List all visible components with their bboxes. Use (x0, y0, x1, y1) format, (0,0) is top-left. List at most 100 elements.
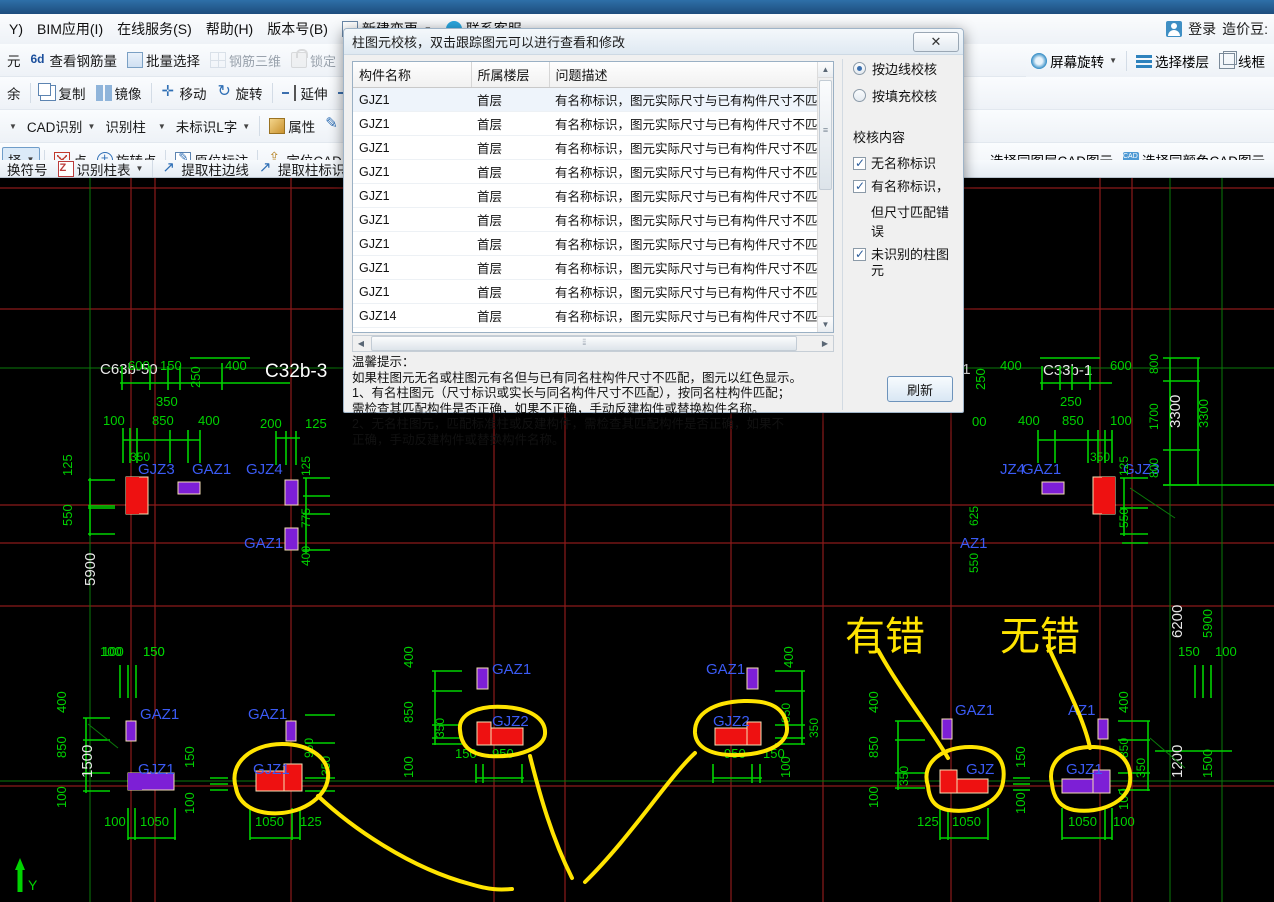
cell-name: GJZ1 (353, 231, 471, 256)
menu-item-version[interactable]: 版本号(B) (260, 17, 335, 41)
hscroll-track[interactable] (369, 336, 817, 351)
tb-lock[interactable]: 锁定 (286, 49, 341, 72)
svg-text:400: 400 (1018, 413, 1040, 428)
svg-text:400: 400 (54, 691, 69, 713)
svg-text:200: 200 (260, 416, 282, 431)
tb-select-floor[interactable]: 选择楼层 (1131, 49, 1214, 73)
svg-text:600: 600 (128, 358, 150, 373)
svg-text:150: 150 (1178, 644, 1200, 659)
table-row[interactable]: GJZ14首层有名称标识，图元实际尺寸与已有构件尺寸不匹配 (353, 327, 833, 332)
close-icon[interactable]: ✕ (913, 31, 959, 52)
extract-edge-icon (162, 160, 178, 177)
svg-text:6200: 6200 (1169, 605, 1186, 638)
toolbar-divider (150, 83, 152, 103)
svg-text:1050: 1050 (1068, 814, 1097, 829)
svg-text:350: 350 (1134, 758, 1148, 778)
checkbox-no-name-label[interactable]: 无名称标识 (853, 155, 960, 172)
extend-icon (281, 85, 298, 101)
account-area: 登录 造价豆: (1156, 14, 1274, 44)
login-link[interactable]: 登录 (1188, 19, 1216, 39)
tb-recognize-column-table[interactable]: 识别柱表 ▼ (53, 160, 149, 177)
issue-table-container[interactable]: 构件名称 所属楼层 问题描述 GJZ1 首层 有名称标识，图元实际尺寸与已有构件尺寸… (352, 61, 834, 333)
table-row[interactable]: GJZ1 首层 有名称标识，图元实际尺寸与已有构件尺寸不匹配 (353, 135, 833, 160)
radio-check-by-edge[interactable]: 按边线校核 (853, 59, 960, 78)
checkbox-has-name-label-cont: 但尺寸匹配错误 (871, 205, 950, 239)
hscrollbar-thumb[interactable] (371, 336, 797, 351)
tb-yuan[interactable]: 元 (2, 48, 26, 72)
tb-view-rebar-qty[interactable]: 查看钢筋量 (26, 48, 123, 72)
cell-name: GJZ1 (353, 183, 471, 208)
radio-check-by-fill[interactable]: 按填充校核 (853, 86, 960, 105)
checkbox-has-name-label[interactable]: 有名称标识， (853, 178, 960, 195)
table-vertical-scrollbar[interactable]: ▲ ▼ (817, 62, 833, 332)
menu-item-online-service[interactable]: 在线服务(S) (110, 17, 199, 41)
tb-rebar-3d[interactable]: 钢筋三维 (205, 49, 286, 72)
window-title-strip (0, 0, 1274, 14)
cell-name: GJZ1 (353, 207, 471, 232)
svg-text:550: 550 (967, 553, 981, 573)
tb-delete-partial[interactable]: 余 (2, 81, 26, 105)
scroll-down-icon[interactable]: ▼ (818, 316, 833, 332)
tb-caret-lead[interactable]: ▼ (2, 120, 22, 133)
tb-unmarked-l[interactable]: 未标识L字 ▼ (171, 114, 255, 138)
table-row[interactable]: GJZ1 首层 有名称标识，图元实际尺寸与已有构件尺寸不匹配 (353, 159, 833, 184)
table-row[interactable]: GJZ1 首层 有名称标识，图元实际尺寸与已有构件尺寸不匹配 (353, 231, 833, 256)
svg-text:125: 125 (917, 814, 939, 829)
table-row[interactable]: GJZ1 首层 有名称标识，图元实际尺寸与已有构件尺寸不匹配 (353, 183, 833, 208)
select-floor-icon (1136, 52, 1152, 69)
tb-extract-column-label[interactable]: 提取柱标识 (254, 160, 351, 177)
scrollbar-thumb[interactable] (819, 80, 832, 190)
cell-floor: 首层 (471, 231, 549, 256)
tb-rotate[interactable]: 旋转 (212, 81, 268, 105)
table-row[interactable]: GJZ1 首层 有名称标识，图元实际尺寸与已有构件尺寸不匹配 (353, 279, 833, 304)
table-row[interactable]: GJZ14首层有名称标识，图元实际尺寸与已有构件尺寸不匹配 (353, 303, 833, 328)
checkbox-checked-icon (853, 246, 866, 262)
tb-screen-rotate[interactable]: 屏幕旋转 ▼ (1026, 49, 1122, 73)
cell-floor: 首层 (471, 279, 549, 304)
check-options-pane: 按边线校核 按填充校核 校核内容 无名称标识 有名称标识， 但尺寸匹配错误 (842, 59, 960, 410)
tb-mirror[interactable]: 镜像 (91, 81, 147, 105)
checkbox-unrecognized-column[interactable]: 未识别的柱图元 (853, 246, 960, 279)
cell-desc: 有名称标识，图元实际尺寸与已有构件尺寸不匹配 (549, 183, 833, 208)
menu-item-bim[interactable]: BIM应用(I) (30, 17, 110, 41)
menu-item-help[interactable]: 帮助(H) (199, 17, 260, 41)
tb-wireframe[interactable]: 线框 (1214, 49, 1270, 73)
column-header-name[interactable]: 构件名称 (353, 62, 472, 88)
tb-change-symbol[interactable]: 换符号 (2, 160, 53, 178)
column-header-floor[interactable]: 所属楼层 (471, 62, 550, 88)
tb-batch-select[interactable]: 批量选择 (122, 48, 205, 72)
wireframe-icon (1219, 50, 1237, 69)
tb-copy[interactable]: 复制 (35, 81, 91, 105)
svg-text:400: 400 (401, 646, 416, 668)
tb-cad-recognize[interactable]: CAD识别 ▼ (22, 114, 100, 138)
column-header-desc[interactable]: 问题描述 (549, 62, 833, 88)
scroll-up-icon[interactable]: ▲ (818, 62, 833, 78)
tb-extract-column-edge-label: 提取柱边线 (181, 162, 249, 178)
chevron-down-icon: ▼ (1109, 56, 1117, 65)
toolbar-divider (1126, 50, 1127, 71)
cell-floor: 首层 (471, 303, 549, 328)
tb-batch-select-label: 批量选择 (146, 54, 200, 69)
table-horizontal-scrollbar[interactable]: ◀ ▶ (352, 335, 834, 352)
column-block-gjz1-left-red: GJZ1 (253, 761, 303, 792)
cell-name: GJZ1 (353, 111, 471, 136)
tb-extract-column-edge[interactable]: 提取柱边线 (157, 160, 254, 178)
table-row[interactable]: GJZ1 首层 有名称标识，图元实际尺寸与已有构件尺寸不匹配 (353, 255, 833, 280)
menu-item-y[interactable]: Y) (2, 19, 30, 39)
tb-recognize-column[interactable]: 识别柱 (100, 114, 151, 138)
table-row[interactable]: GJZ1 首层 有名称标识，图元实际尺寸与已有构件尺寸不匹配 (353, 87, 833, 112)
tb-properties[interactable]: 属性 (264, 114, 320, 138)
dialog-title: 柱图元校核，双击跟踪图元可以进行查看和修改 (352, 35, 626, 50)
svg-text:250: 250 (188, 366, 203, 388)
checkbox-checked-icon (853, 178, 866, 194)
scroll-left-icon[interactable]: ◀ (353, 339, 369, 348)
annotation-has-error: 有错 (845, 615, 925, 659)
scroll-right-icon[interactable]: ▶ (817, 339, 833, 348)
table-row[interactable]: GJZ1 首层 有名称标识，图元实际尺寸与已有构件尺寸不匹配 (353, 207, 833, 232)
refresh-button[interactable]: 刷新 (887, 376, 953, 402)
tb-caret-mid[interactable]: ▼ (151, 120, 171, 133)
tb-extend[interactable]: 延伸 (277, 81, 333, 105)
table-row[interactable]: GJZ1 首层 有名称标识，图元实际尺寸与已有构件尺寸不匹配 (353, 111, 833, 136)
tb-move[interactable]: 移动 (156, 81, 212, 105)
svg-text:100: 100 (1013, 792, 1028, 814)
